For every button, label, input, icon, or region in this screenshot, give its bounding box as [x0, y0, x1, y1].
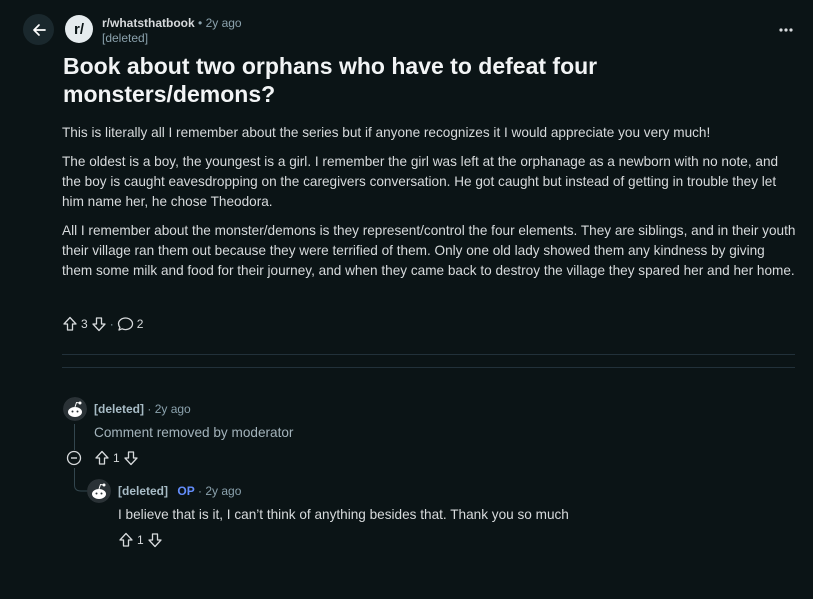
divider	[62, 354, 795, 355]
comment-actions: 1	[118, 532, 163, 548]
thread-line[interactable]	[74, 424, 75, 450]
post-body-paragraph: The oldest is a boy, the youngest is a g…	[62, 154, 779, 209]
comment-meta: [deleted] OP · 2y ago	[118, 484, 241, 499]
comment-text: I believe that is it, I can’t think of a…	[118, 507, 569, 522]
downvote-button[interactable]	[147, 532, 163, 548]
subreddit-avatar[interactable]: r/	[65, 15, 93, 43]
downvote-icon	[148, 533, 162, 548]
actions-separator: ·	[109, 317, 114, 331]
post-actions: 3 · 2	[62, 316, 143, 332]
upvote-icon	[63, 316, 77, 331]
upvote-button[interactable]	[94, 450, 110, 466]
op-badge: OP	[177, 484, 195, 498]
subreddit-avatar-label: r/	[73, 20, 84, 38]
comment-score: 1	[113, 451, 120, 465]
comment-author[interactable]: [deleted]	[94, 402, 144, 416]
downvote-icon	[92, 317, 106, 332]
comment-age: · 2y ago	[198, 484, 242, 498]
post-age: 2y ago	[205, 16, 242, 30]
post-body-paragraph: All I remember about the monster/demons …	[62, 223, 796, 278]
upvote-icon	[95, 450, 109, 465]
comment-score: 1	[137, 533, 144, 547]
back-arrow-icon	[32, 23, 46, 36]
post-meta: r/whatsthatbook • 2y ago [deleted]	[102, 16, 242, 46]
downvote-button[interactable]	[123, 450, 139, 466]
post-body: This is literally all I remember about t…	[62, 123, 797, 290]
comments-button[interactable]	[117, 316, 134, 332]
more-options-icon	[779, 28, 793, 32]
collapse-thread-icon	[66, 450, 82, 466]
divider	[62, 367, 795, 368]
post-body-paragraph: This is literally all I remember about t…	[62, 125, 711, 140]
comment-meta: [deleted] · 2y ago	[94, 402, 191, 417]
back-button[interactable]	[23, 14, 54, 45]
comment-bubble-icon	[117, 317, 133, 331]
comment-count: 2	[136, 317, 144, 331]
post-author: [deleted]	[102, 31, 149, 45]
comment-actions: 1	[94, 450, 139, 466]
post-age-separator: •	[198, 16, 206, 30]
more-options-button[interactable]	[776, 20, 796, 40]
comment-author[interactable]: [deleted]	[118, 484, 168, 498]
comment-text: Comment removed by moderator	[94, 425, 294, 440]
post-title: Book about two orphans who have to defea…	[63, 53, 598, 107]
downvote-icon	[124, 451, 138, 466]
collapse-thread-button[interactable]	[66, 450, 82, 466]
downvote-button[interactable]	[91, 316, 107, 332]
snoo-avatar-icon	[63, 397, 87, 421]
comment-age: · 2y ago	[147, 402, 191, 416]
subreddit-link[interactable]: r/whatsthatbook	[102, 16, 195, 30]
upvote-button[interactable]	[118, 532, 134, 548]
upvote-button[interactable]	[62, 316, 78, 332]
post-score: 3	[81, 317, 88, 331]
upvote-icon	[119, 532, 133, 547]
snoo-avatar-icon	[87, 479, 111, 503]
